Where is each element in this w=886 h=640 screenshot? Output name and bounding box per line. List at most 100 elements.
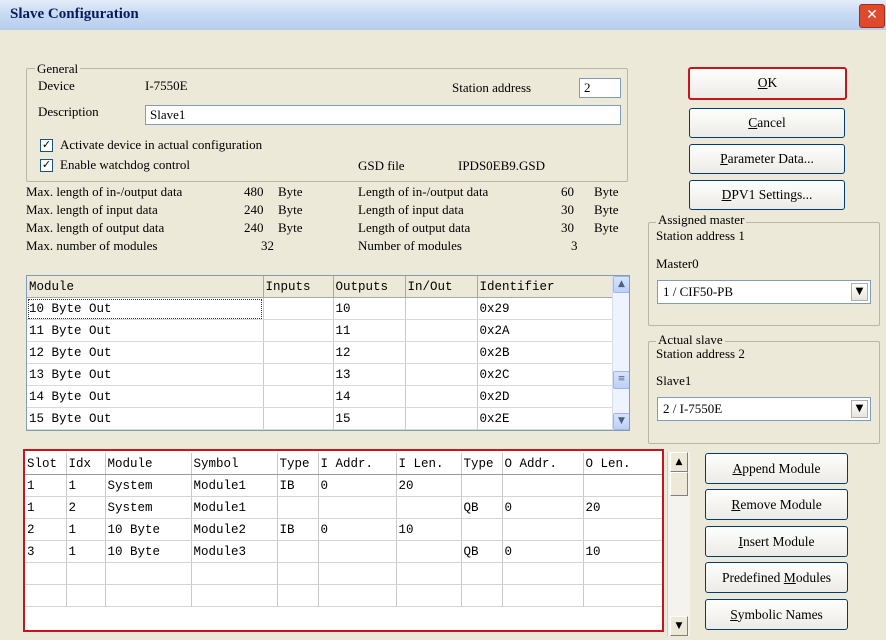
assigned-master-select-value: 1 / CIF50-PB — [663, 284, 734, 299]
dropdown-arrow-icon[interactable]: ▼ — [851, 400, 868, 418]
table-cell — [25, 584, 67, 607]
parameter-label-accel: P — [720, 151, 728, 166]
table-cell — [405, 385, 478, 408]
table-cell: 12 — [333, 341, 406, 364]
table-cell — [405, 407, 478, 430]
table-row[interactable]: 11 Byte Out 11 0x2A — [27, 319, 613, 342]
station-address-input[interactable]: 2 — [579, 78, 621, 98]
scroll-thumb[interactable] — [670, 472, 688, 496]
table-row[interactable]: 2 1 10 Byte Module2 IB 0 10 — [25, 518, 662, 541]
table-row[interactable] — [25, 562, 662, 585]
scroll-down-icon[interactable]: ▼ — [670, 616, 688, 636]
column-header[interactable]: Symbol — [191, 453, 278, 475]
table-cell: QB — [461, 540, 503, 563]
table-row[interactable]: 10 Byte Out 10 0x29 — [27, 297, 613, 320]
table-cell: 0 — [318, 518, 397, 541]
module-list-scrollbar[interactable]: ▲ ≡ ▼ — [612, 276, 629, 430]
table-cell — [502, 584, 584, 607]
stat-value: 32 — [261, 238, 274, 253]
column-header[interactable]: Type — [461, 453, 503, 475]
stat-label: Max. length of in-/output data — [26, 184, 183, 199]
stat-label: Max. number of modules — [26, 238, 158, 253]
scroll-thumb[interactable]: ≡ — [613, 371, 629, 389]
symbolic-names-button[interactable]: Symbolic Names — [705, 599, 848, 630]
table-cell — [191, 562, 278, 585]
column-header[interactable]: O Addr. — [502, 453, 584, 475]
module-list[interactable]: Module Inputs Outputs In/Out Identifier … — [26, 275, 630, 431]
stat-label: Length of input data — [358, 202, 464, 217]
insert-module-button[interactable]: Insert Module — [705, 526, 848, 557]
column-header[interactable]: Outputs — [333, 276, 406, 298]
close-icon[interactable]: ✕ — [859, 4, 885, 28]
table-cell: 0x2C — [477, 363, 613, 386]
scroll-up-icon[interactable]: ▲ — [670, 452, 688, 472]
slot-list[interactable]: Slot Idx Module Symbol Type I Addr. I Le… — [23, 449, 664, 632]
column-header[interactable]: I Len. — [396, 453, 462, 475]
watchdog-checkbox[interactable]: ✓ — [40, 159, 53, 172]
table-cell — [461, 518, 503, 541]
dpv1-label-post: PV1 Settings... — [731, 187, 813, 202]
table-cell — [318, 562, 397, 585]
table-cell — [461, 562, 503, 585]
table-row[interactable]: 1 2 System Module1 QB 0 20 — [25, 496, 662, 519]
dpv1-label-accel: D — [721, 187, 732, 202]
column-header[interactable]: Idx — [66, 453, 106, 475]
stat-unit: Byte — [594, 184, 619, 199]
column-header[interactable]: O Len. — [583, 453, 662, 475]
column-header[interactable]: Module — [105, 453, 192, 475]
parameter-label-post: arameter Data... — [727, 151, 814, 166]
table-cell — [583, 474, 662, 497]
column-header[interactable]: Type — [277, 453, 319, 475]
window-title: Slave Configuration — [10, 6, 139, 22]
actual-slave-legend: Actual slave — [656, 332, 725, 347]
checkmark-icon: ✓ — [41, 138, 52, 151]
stat-label: Length of output data — [358, 220, 471, 235]
column-header[interactable]: Identifier — [477, 276, 613, 298]
table-cell — [263, 407, 334, 430]
remove-module-button[interactable]: Remove Module — [705, 489, 848, 520]
table-row[interactable]: 1 1 System Module1 IB 0 20 — [25, 474, 662, 497]
table-row[interactable]: 12 Byte Out 12 0x2B — [27, 341, 613, 364]
scroll-down-icon[interactable]: ▼ — [613, 413, 629, 430]
table-cell: 10 — [583, 540, 662, 563]
table-row[interactable]: 15 Byte Out 15 0x2E — [27, 407, 613, 430]
actual-slave-name: Slave1 — [656, 373, 692, 388]
table-cell: Module1 — [191, 496, 278, 519]
predefined-label-pre: Predefined — [721, 570, 784, 585]
table-cell: 1 — [25, 474, 67, 497]
table-cell: 10 Byte — [105, 518, 192, 541]
scroll-up-icon[interactable]: ▲ — [613, 276, 629, 293]
table-cell — [502, 562, 584, 585]
assigned-master-select[interactable]: 1 / CIF50-PB ▼ — [657, 280, 871, 304]
actual-slave-select[interactable]: 2 / I-7550E ▼ — [657, 397, 871, 421]
table-cell: QB — [461, 496, 503, 519]
column-header[interactable]: Slot — [25, 453, 67, 475]
slot-list-scrollbar[interactable]: ▲ ▼ — [667, 452, 690, 636]
table-row[interactable]: 13 Byte Out 13 0x2C — [27, 363, 613, 386]
predefined-modules-button[interactable]: Predefined Modules — [705, 562, 848, 593]
table-row[interactable]: 14 Byte Out 14 0x2D — [27, 385, 613, 408]
assigned-master-legend: Assigned master — [656, 212, 747, 227]
cancel-button[interactable]: Cancel — [689, 108, 845, 138]
table-row[interactable] — [25, 584, 662, 607]
stat-value: 480 — [244, 184, 264, 199]
dropdown-arrow-icon[interactable]: ▼ — [851, 283, 868, 301]
module-table-header: Module Inputs Outputs In/Out Identifier — [27, 276, 613, 298]
table-cell — [191, 584, 278, 607]
table-cell: Module3 — [191, 540, 278, 563]
dpv1-settings-button[interactable]: DPV1 Settings... — [689, 180, 845, 210]
stat-value: 30 — [561, 220, 574, 235]
parameter-data-button[interactable]: Parameter Data... — [689, 144, 845, 174]
table-cell — [25, 562, 67, 585]
activate-checkbox[interactable]: ✓ — [40, 139, 53, 152]
column-header[interactable]: I Addr. — [318, 453, 397, 475]
slot-table: Slot Idx Module Symbol Type I Addr. I Le… — [25, 453, 662, 607]
column-header[interactable]: In/Out — [405, 276, 478, 298]
column-header[interactable]: Inputs — [263, 276, 334, 298]
column-header[interactable]: Module — [27, 276, 264, 298]
table-cell: 10 Byte Out — [27, 297, 264, 320]
table-row[interactable]: 3 1 10 Byte Module3 QB 0 10 — [25, 540, 662, 563]
ok-button[interactable]: OK — [688, 67, 847, 100]
description-input[interactable]: Slave1 — [145, 105, 621, 125]
append-module-button[interactable]: Append Module — [705, 453, 848, 484]
